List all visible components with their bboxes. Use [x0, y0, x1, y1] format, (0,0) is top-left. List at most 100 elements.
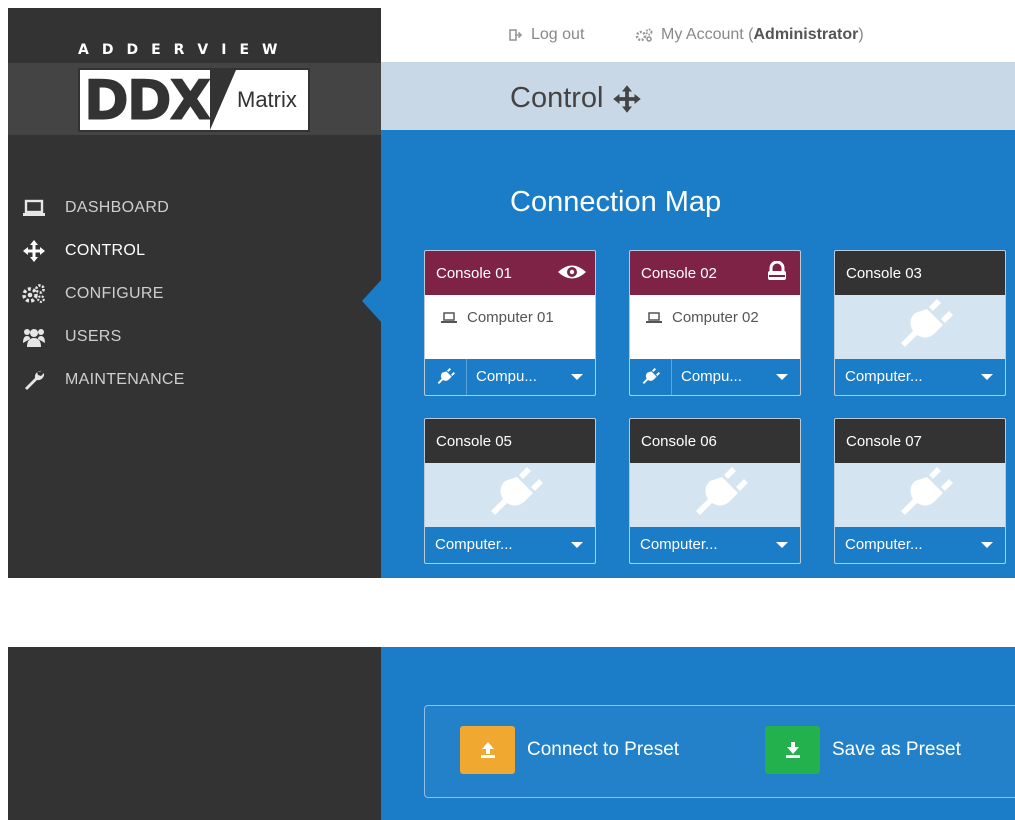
account-label: My Account: [661, 26, 744, 43]
computer-select-value: Computer...: [845, 368, 923, 385]
caret-down-icon: [571, 374, 583, 380]
console-body: [630, 463, 800, 527]
plug-icon: [489, 467, 543, 521]
console-header: Console 05: [425, 419, 595, 463]
console-footer: Computer...: [630, 527, 800, 563]
console-body: [835, 295, 1005, 359]
laptop-icon: [646, 311, 662, 324]
sidebar-item-dashboard[interactable]: DASHBOARD: [8, 190, 381, 233]
console-name: Console 03: [846, 265, 922, 282]
sidebar-item-label: MAINTENANCE: [65, 371, 185, 388]
computer-select-value: Computer...: [640, 536, 718, 553]
console-header: Console 03: [835, 251, 1005, 295]
computer-name: Computer 02: [672, 309, 759, 326]
move-arrows-icon: [612, 84, 642, 113]
sidebar-item-configure[interactable]: CONFIGURE: [8, 276, 381, 319]
cogs-icon: [22, 283, 46, 305]
logo-main-text: DDX: [83, 69, 211, 132]
sidebar-item-label: USERS: [65, 328, 122, 345]
laptop-icon: [441, 311, 457, 324]
sidebar-item-label: CONTROL: [65, 242, 146, 259]
lock-icon[interactable]: [762, 261, 792, 283]
logout-label: Log out: [531, 26, 585, 43]
move-arrows-icon: [22, 240, 46, 262]
caret-down-icon: [981, 374, 993, 380]
account-paren-close: ): [858, 26, 864, 43]
console-name: Console 02: [641, 265, 717, 282]
connect-to-preset-button[interactable]: Connect to Preset: [460, 726, 679, 774]
save-as-preset-label: Save as Preset: [832, 739, 961, 760]
console-card: Console 03 Computer...: [834, 250, 1006, 396]
sidebar-item-users[interactable]: USERS: [8, 319, 381, 362]
console-header: Console 02: [630, 251, 800, 295]
console-header: Console 07: [835, 419, 1005, 463]
caret-down-icon: [776, 374, 788, 380]
console-header: Console 01: [425, 251, 595, 295]
console-name: Console 06: [641, 433, 717, 450]
computer-select-value: Computer...: [845, 536, 923, 553]
sidebar-item-label: CONFIGURE: [65, 285, 164, 302]
sidebar-item-maintenance[interactable]: MAINTENANCE: [8, 362, 381, 405]
download-icon: [765, 726, 820, 774]
connection-map-title: Connection Map: [510, 186, 722, 218]
caret-down-icon: [981, 542, 993, 548]
computer-select[interactable]: Computer...: [630, 527, 800, 563]
page-header: Control: [381, 62, 1015, 130]
computer-select[interactable]: Compu...: [671, 359, 800, 395]
console-footer: Computer...: [835, 527, 1005, 563]
sidebar-lower-section: [8, 647, 381, 820]
console-card: Console 02 Computer 02 Compu...: [629, 250, 801, 396]
sidebar-nav: DASHBOARD CONTROL CONFIGURE USERS MAINTE…: [8, 190, 382, 405]
computer-name: Computer 01: [467, 309, 554, 326]
sidebar-item-label: DASHBOARD: [65, 199, 170, 216]
console-body: [835, 463, 1005, 527]
users-icon: [22, 326, 46, 348]
disconnect-button[interactable]: [425, 359, 467, 395]
console-card: Console 01 Computer 01 Compu...: [424, 250, 596, 396]
sidebar: ADDERVIEW DDX Matrix DASHBOARD CONTROL C: [8, 8, 382, 578]
logo-sub-text: Matrix: [237, 87, 297, 112]
save-as-preset-button[interactable]: Save as Preset: [765, 726, 961, 774]
cogs-icon: [635, 28, 653, 42]
eye-icon[interactable]: [557, 261, 587, 283]
console-name: Console 05: [436, 433, 512, 450]
computer-select-value: Compu...: [476, 368, 537, 385]
console-footer: Compu...: [425, 359, 595, 395]
computer-select-value: Compu...: [681, 368, 742, 385]
console-body: Computer 01: [425, 295, 595, 359]
brand-area: ADDERVIEW DDX Matrix: [8, 8, 381, 140]
sidebar-item-control[interactable]: CONTROL: [8, 233, 382, 323]
wrench-icon: [22, 369, 46, 391]
connected-computer: Computer 02: [646, 309, 759, 326]
computer-select[interactable]: Computer...: [835, 527, 1005, 563]
laptop-icon: [22, 197, 46, 219]
console-card: Console 07 Computer...: [834, 418, 1006, 564]
brand-wordmark: ADDERVIEW: [78, 42, 291, 58]
caret-down-icon: [776, 542, 788, 548]
console-card: Console 05 Computer...: [424, 418, 596, 564]
connect-to-preset-label: Connect to Preset: [527, 739, 680, 760]
console-body: Computer 02: [630, 295, 800, 359]
account-role: Administrator: [753, 26, 859, 43]
computer-select[interactable]: Computer...: [835, 359, 1005, 395]
console-name: Console 07: [846, 433, 922, 450]
computer-select-value: Computer...: [435, 536, 513, 553]
computer-select[interactable]: Compu...: [466, 359, 595, 395]
console-header: Console 06: [630, 419, 800, 463]
console-card: Console 06 Computer...: [629, 418, 801, 564]
page-title: Control: [510, 82, 642, 115]
my-account-link[interactable]: My Account (Administrator): [635, 26, 864, 44]
caret-down-icon: [571, 542, 583, 548]
plug-icon: [899, 299, 953, 353]
connected-computer: Computer 01: [441, 309, 554, 326]
disconnect-button[interactable]: [630, 359, 672, 395]
connection-map-panel: Connection Map Console 01 Computer 01 Co…: [381, 130, 1015, 578]
preset-actions: Connect to Preset Save as Preset: [424, 705, 1015, 798]
logo-wedge: [210, 70, 236, 130]
console-footer: Computer...: [835, 359, 1005, 395]
logout-link[interactable]: Log out: [509, 26, 584, 44]
product-logo: DDX Matrix: [78, 68, 310, 132]
computer-select[interactable]: Computer...: [425, 527, 595, 563]
console-name: Console 01: [436, 265, 512, 282]
top-bar: Log out My Account (Administrator): [381, 0, 1015, 62]
